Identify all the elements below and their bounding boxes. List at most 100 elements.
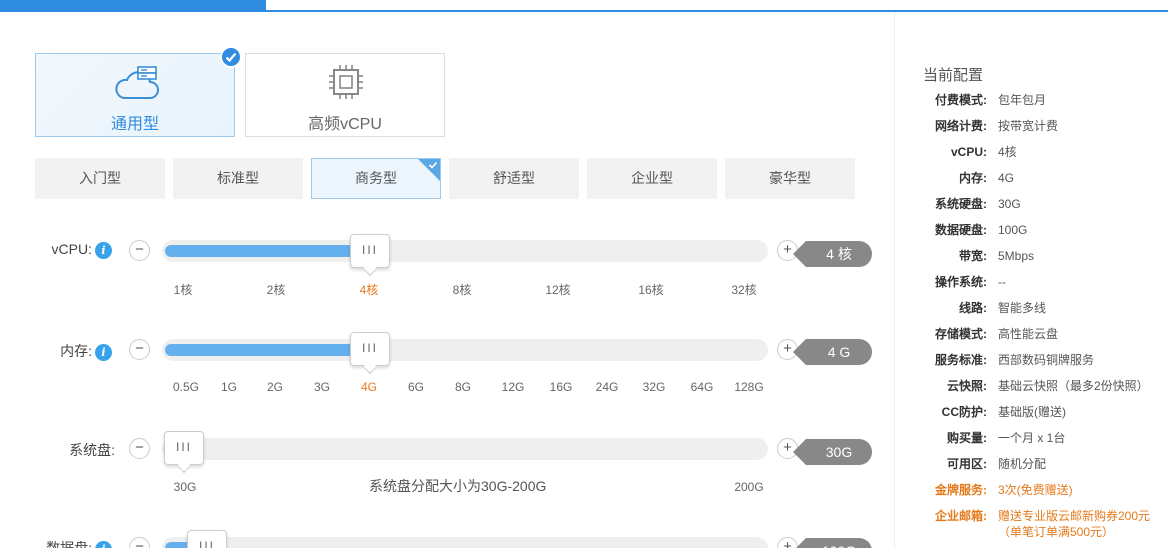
tick-label[interactable]: 4G (361, 380, 377, 394)
tier-standard[interactable]: 标准型 (173, 158, 303, 199)
tick-label[interactable]: 24G (596, 380, 619, 394)
config-key: 线路: (959, 301, 987, 315)
server-type-label: 通用型 (110, 116, 159, 133)
tick-label[interactable]: 1G (221, 380, 237, 394)
config-main: 通用型 高频vCPU 入门型 标准型 商务型 舒适型 企业型 豪华型 vCPU:… (0, 12, 894, 548)
tier-enterprise[interactable]: 企业型 (587, 158, 717, 199)
data-disk-slider-track[interactable] (162, 537, 768, 548)
data-disk-slider-handle[interactable]: III (187, 530, 227, 548)
memory-slider-handle[interactable]: III (350, 332, 390, 375)
tick-label[interactable]: 0.5G (173, 380, 199, 394)
data-disk-decrease-button[interactable]: − (129, 537, 150, 548)
grip-icon: III (198, 539, 215, 548)
grip-icon: III (361, 243, 378, 257)
info-icon[interactable]: i (95, 343, 112, 361)
config-key: 存储模式: (935, 327, 987, 341)
tier-comfort[interactable]: 舒适型 (449, 158, 579, 199)
tick-label[interactable]: 16G (550, 380, 573, 394)
config-value: 基础版(赠送) (998, 405, 1066, 419)
config-value: 30G (998, 197, 1021, 211)
config-key: 内存: (959, 171, 987, 185)
config-value: 高性能云盘 (998, 327, 1059, 341)
config-value: 随机分配 (998, 457, 1047, 471)
config-key: vCPU: (950, 145, 987, 159)
tick-label[interactable]: 8核 (453, 281, 472, 298)
config-value: 一个月 x 1台 (998, 431, 1066, 445)
server-type-highfreq-card[interactable]: 高频vCPU (245, 53, 445, 137)
config-key: 企业邮箱: (935, 509, 987, 523)
tick-label[interactable]: 32G (643, 380, 666, 394)
memory-decrease-button[interactable]: − (129, 339, 150, 360)
config-value: 赠送专业版云邮新购券200元 (998, 509, 1151, 523)
tick-label[interactable]: 64G (691, 380, 714, 394)
data-disk-value-badge: 100G (793, 538, 872, 548)
config-key: 云快照: (947, 379, 987, 393)
data-disk-label: 数据盘:i (22, 538, 112, 548)
tick-label[interactable]: 12核 (545, 281, 570, 298)
cloud-server-icon (115, 66, 159, 99)
system-disk-value-badge: 30G (793, 439, 872, 465)
config-key: 付费模式: (935, 93, 987, 107)
tick-label[interactable]: 1核 (174, 281, 193, 298)
system-disk-slider-track[interactable] (162, 438, 768, 460)
config-key: 系统硬盘: (935, 197, 987, 211)
tick-label[interactable]: 2G (267, 380, 283, 394)
system-disk-label: 系统盘: (69, 442, 115, 458)
vcpu-value-badge: 4 核 (793, 241, 872, 267)
config-value: 基础云快照（最多2份快照） (998, 379, 1149, 393)
config-value: 智能多线 (998, 301, 1047, 315)
config-value: 4G (998, 171, 1015, 185)
config-key: 带宽: (959, 249, 987, 263)
tier-entry[interactable]: 入门型 (35, 158, 165, 199)
info-icon[interactable]: i (95, 540, 112, 548)
memory-label-text: 内存: (60, 343, 92, 359)
config-value: 按带宽计费 (998, 119, 1059, 133)
tick-label[interactable]: 16核 (638, 281, 663, 298)
config-key: 可用区: (947, 457, 987, 471)
tick-label[interactable]: 3G (314, 380, 330, 394)
current-config-panel: 当前配置 付费模式: 包年包月 网络计费: 按带宽计费 vCPU: 4核 内存: 4G 系统硬盘… (894, 12, 1168, 548)
tick-label[interactable]: 6G (408, 380, 424, 394)
config-key: 金牌服务: (935, 483, 987, 497)
active-tab-indicator[interactable] (0, 0, 266, 11)
config-key: 服务标准: (935, 353, 987, 367)
config-key: CC防护: (941, 405, 987, 419)
memory-value-badge: 4 G (793, 339, 872, 365)
tier-label: 商务型 (355, 170, 397, 186)
config-key: 网络计费: (935, 119, 987, 133)
system-disk-max-label: 200G (734, 480, 764, 494)
vcpu-slider-track[interactable] (162, 240, 768, 262)
config-value: 100G (998, 223, 1028, 237)
system-disk-hint: 系统盘分配大小为30G-200G (369, 478, 547, 494)
tick-label[interactable]: 4核 (360, 281, 379, 298)
cpu-chip-icon (329, 65, 363, 99)
config-panel-title: 当前配置 (923, 67, 984, 84)
config-key: 购买量: (947, 431, 987, 445)
tick-label[interactable]: 12G (502, 380, 525, 394)
system-disk-slider-handle[interactable]: III (164, 431, 204, 474)
selected-check-icon (220, 46, 242, 68)
memory-slider-track[interactable] (162, 339, 768, 361)
config-value: -- (998, 275, 1006, 289)
tick-label[interactable]: 32核 (731, 281, 756, 298)
system-disk-min-label: 30G (173, 480, 197, 494)
vcpu-label: vCPU: i (22, 241, 112, 259)
grip-icon: III (361, 341, 378, 355)
tick-label[interactable]: 128G (734, 380, 763, 394)
tick-label[interactable]: 2核 (267, 281, 286, 298)
config-value: 3次(免费赠送) (998, 483, 1073, 497)
tick-label[interactable]: 8G (455, 380, 471, 394)
server-type-general-card[interactable]: 通用型 (35, 46, 242, 137)
tier-luxury[interactable]: 豪华型 (725, 158, 855, 199)
tier-business[interactable]: 商务型 (311, 158, 441, 199)
server-type-label: 高频vCPU (308, 116, 382, 133)
vcpu-decrease-button[interactable]: − (129, 240, 150, 261)
system-disk-decrease-button[interactable]: − (129, 438, 150, 459)
vcpu-slider-handle[interactable]: III (350, 234, 390, 277)
vcpu-slider-fill (165, 245, 373, 257)
check-icon (428, 161, 438, 169)
config-value: 包年包月 (998, 93, 1047, 107)
config-value: 4核 (998, 145, 1017, 159)
config-value: 5Mbps (998, 249, 1035, 263)
info-icon[interactable]: i (95, 241, 112, 259)
